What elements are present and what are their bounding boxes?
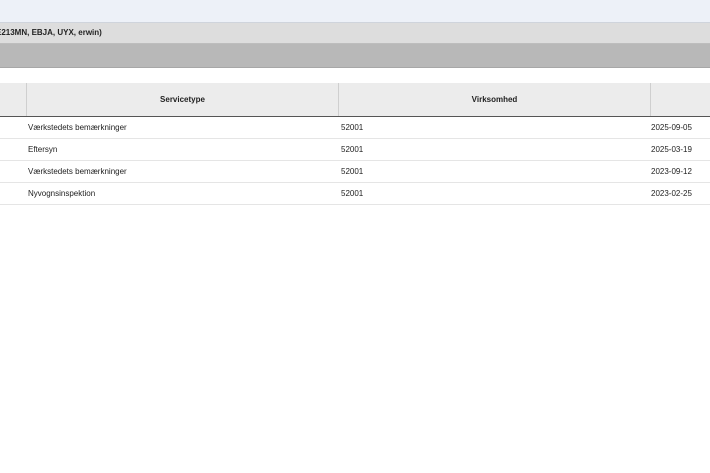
table-row[interactable]: Værkstedets bemærkninger 52001 2023-09-1…	[0, 161, 710, 183]
top-strip	[0, 0, 710, 23]
table-header-row: Servicetype Virksomhed	[0, 83, 710, 117]
table-row[interactable]: Værkstedets bemærkninger 52001 2025-09-0…	[0, 117, 710, 139]
header-virksomhed[interactable]: Virksomhed	[338, 83, 650, 116]
page: E213MN, EBJA, UYX, erwin) Servicetype Vi…	[0, 0, 710, 473]
table-row[interactable]: Nyvognsinspektion 52001 2023-02-25	[0, 183, 710, 205]
toolbar-band	[0, 44, 710, 68]
servicetype-cell: Værkstedets bemærkninger	[28, 123, 127, 132]
page-title: E213MN, EBJA, UYX, erwin)	[0, 28, 102, 37]
header-cell-first[interactable]	[0, 83, 26, 116]
servicetype-cell: Eftersyn	[28, 145, 58, 154]
header-servicetype[interactable]: Servicetype	[26, 83, 338, 116]
header-date[interactable]	[650, 83, 710, 116]
table-row[interactable]: Eftersyn 52001 2025-03-19	[0, 139, 710, 161]
virksomhed-cell: 52001	[341, 145, 364, 154]
date-cell: 2023-02-25	[651, 189, 692, 198]
virksomhed-cell: 52001	[341, 189, 364, 198]
date-cell: 2025-09-05	[651, 123, 692, 132]
title-bar: E213MN, EBJA, UYX, erwin)	[0, 23, 710, 44]
virksomhed-cell: 52001	[341, 167, 364, 176]
servicetype-cell: Værkstedets bemærkninger	[28, 167, 127, 176]
servicetype-cell: Nyvognsinspektion	[28, 189, 96, 198]
service-table: Servicetype Virksomhed Værkstedets bemær…	[0, 83, 710, 205]
virksomhed-cell: 52001	[341, 123, 364, 132]
date-cell: 2023-09-12	[651, 167, 692, 176]
date-cell: 2025-03-19	[651, 145, 692, 154]
